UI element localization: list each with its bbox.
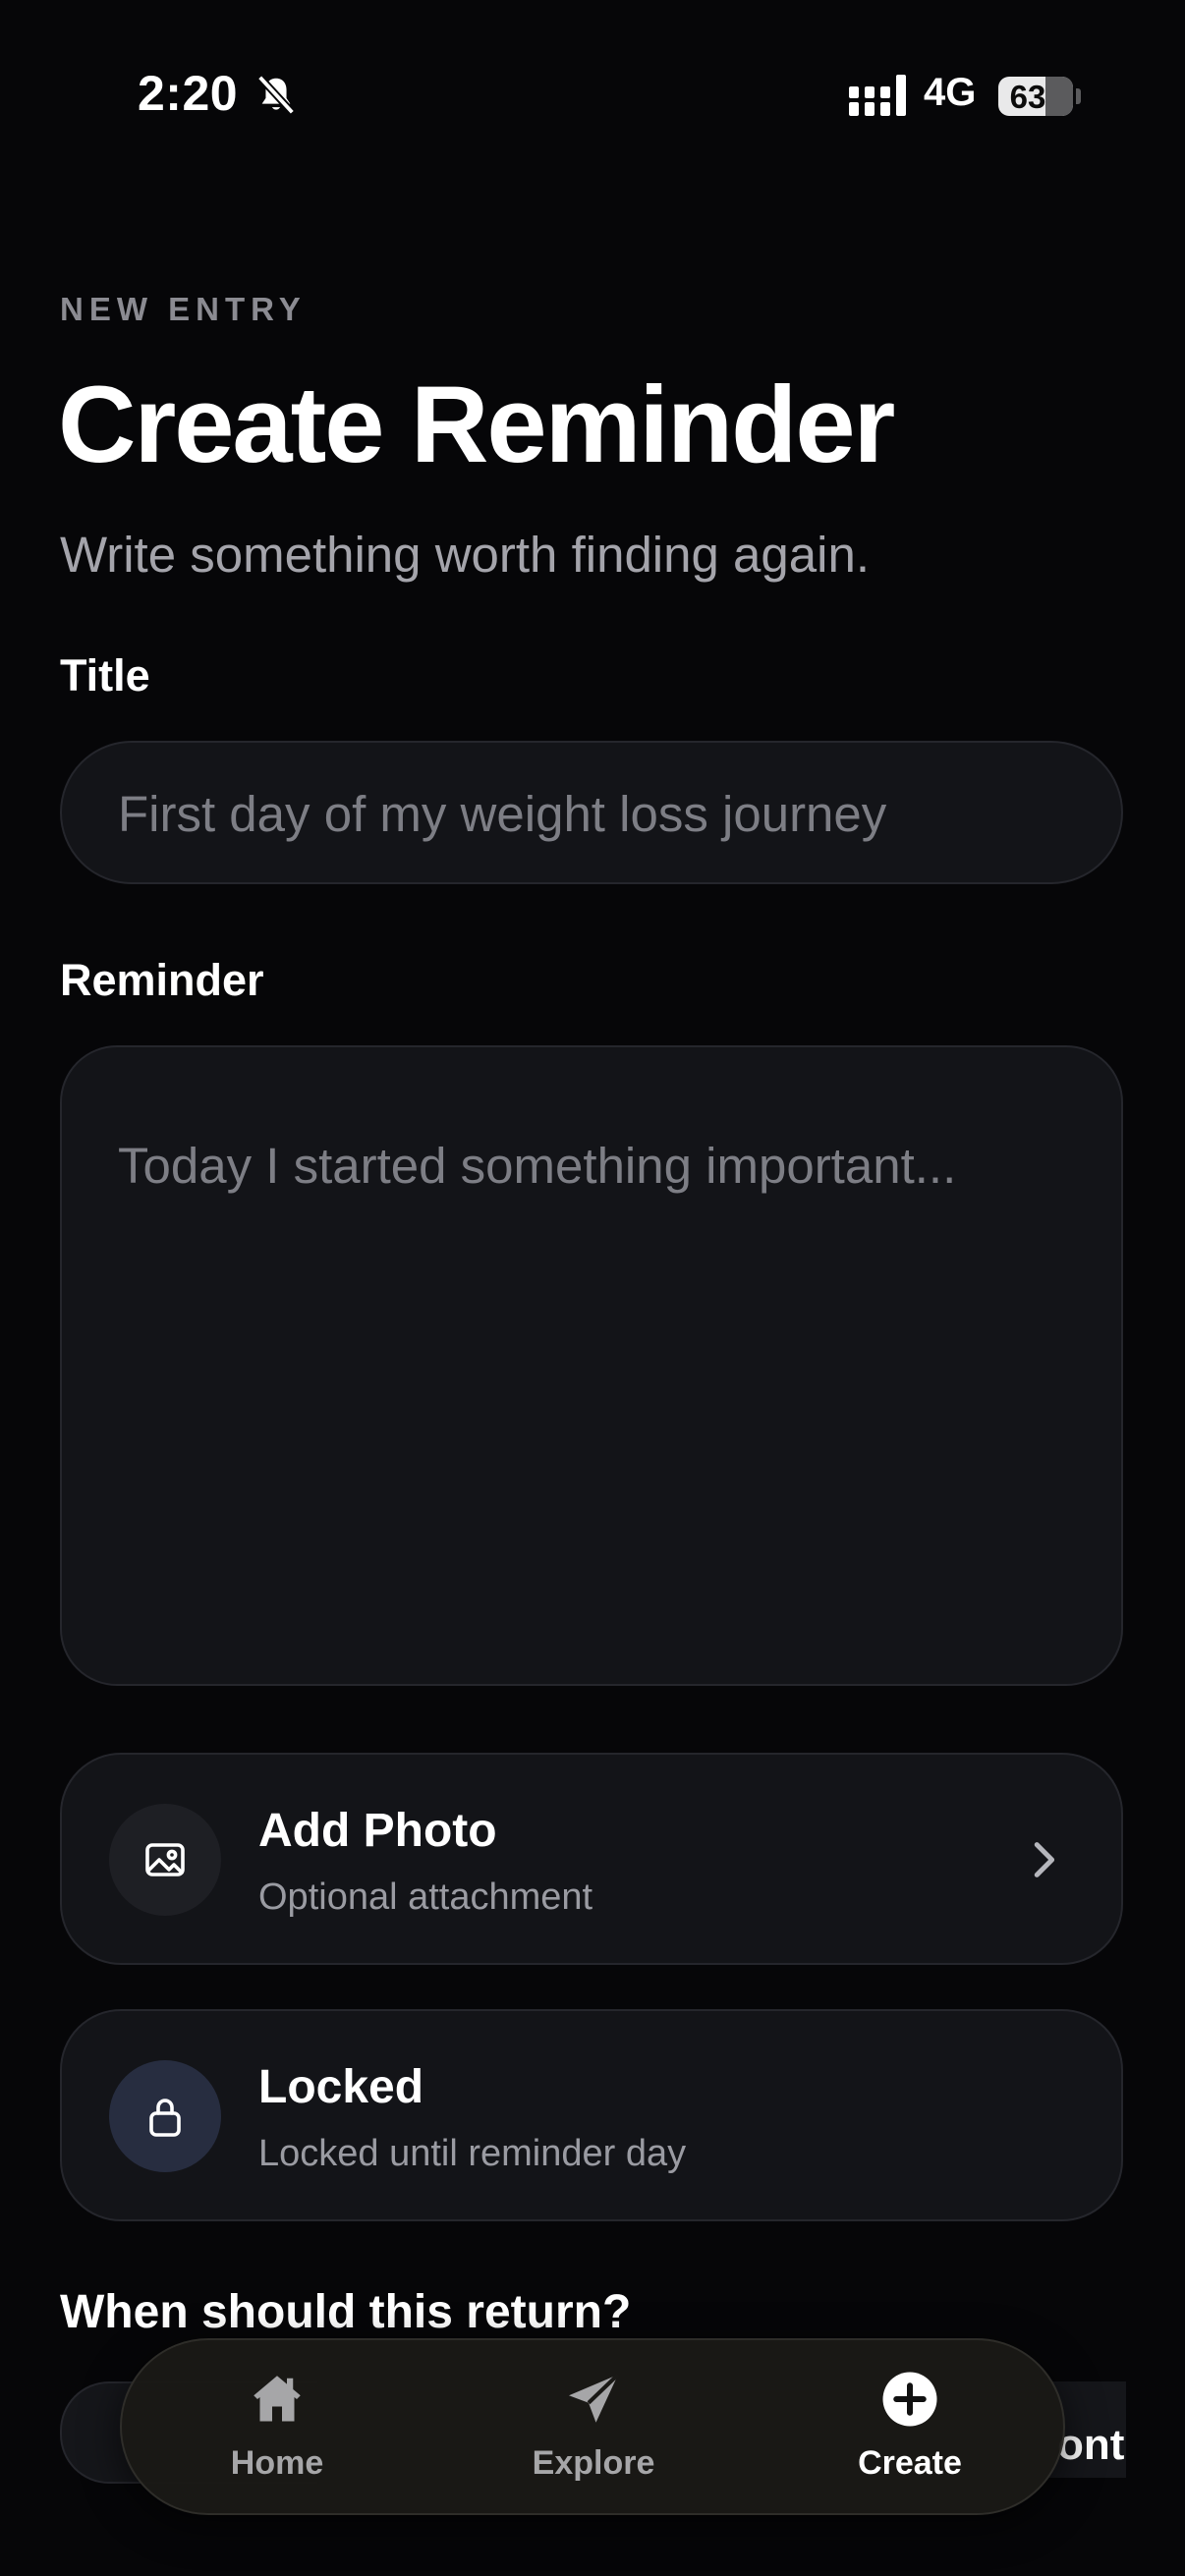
signal-icon bbox=[849, 75, 906, 116]
photo-icon-circle bbox=[109, 1804, 221, 1916]
tab-home[interactable]: Home bbox=[179, 2340, 375, 2513]
tab-bar: Home Explore Create bbox=[120, 2338, 1065, 2515]
tab-create-label: Create bbox=[858, 2444, 962, 2482]
schedule-option-label: ont bbox=[1057, 2421, 1125, 2469]
network-type: 4G bbox=[924, 71, 977, 114]
lock-icon bbox=[149, 2099, 181, 2137]
locked-title: Locked bbox=[258, 2061, 424, 2113]
add-photo-button[interactable]: Add Photo Optional attachment bbox=[60, 1753, 1123, 1965]
status-time: 2:20 bbox=[138, 66, 239, 121]
plus-circle-icon bbox=[882, 2372, 937, 2427]
chevron-right-icon bbox=[1034, 1842, 1055, 1877]
eyebrow-label: NEW ENTRY bbox=[60, 291, 307, 327]
house-icon bbox=[254, 2376, 301, 2422]
paper-plane-icon bbox=[569, 2373, 620, 2423]
bell-slash-icon bbox=[256, 75, 296, 115]
reminder-field-label: Reminder bbox=[60, 955, 264, 1005]
lock-icon-circle bbox=[109, 2060, 221, 2172]
title-field[interactable] bbox=[60, 741, 1123, 884]
tab-explore[interactable]: Explore bbox=[495, 2340, 692, 2513]
reminder-textarea[interactable] bbox=[116, 1132, 1073, 1647]
tab-explore-label: Explore bbox=[532, 2444, 655, 2482]
tab-home-label: Home bbox=[230, 2444, 324, 2482]
title-input[interactable] bbox=[116, 743, 1063, 884]
add-photo-title: Add Photo bbox=[258, 1805, 497, 1857]
tab-create[interactable]: Create bbox=[812, 2340, 1008, 2513]
battery-level: 63 bbox=[1009, 79, 1046, 115]
image-icon bbox=[145, 1843, 185, 1876]
schedule-heading: When should this return? bbox=[60, 2286, 632, 2338]
create-reminder-screen: 2:20 4G 63 NEW ENTRY Create Reminder Wri… bbox=[0, 0, 1185, 2576]
battery-tip bbox=[1076, 88, 1081, 104]
reminder-field[interactable] bbox=[60, 1045, 1123, 1686]
locked-subtitle: Locked until reminder day bbox=[258, 2133, 687, 2174]
add-photo-subtitle: Optional attachment bbox=[258, 1876, 593, 1918]
locked-toggle[interactable]: Locked Locked until reminder day bbox=[60, 2009, 1123, 2221]
page-subtitle: Write something worth finding again. bbox=[60, 527, 870, 583]
battery-icon: 63 bbox=[998, 77, 1073, 116]
title-field-label: Title bbox=[60, 650, 150, 700]
page-title: Create Reminder bbox=[58, 364, 895, 485]
